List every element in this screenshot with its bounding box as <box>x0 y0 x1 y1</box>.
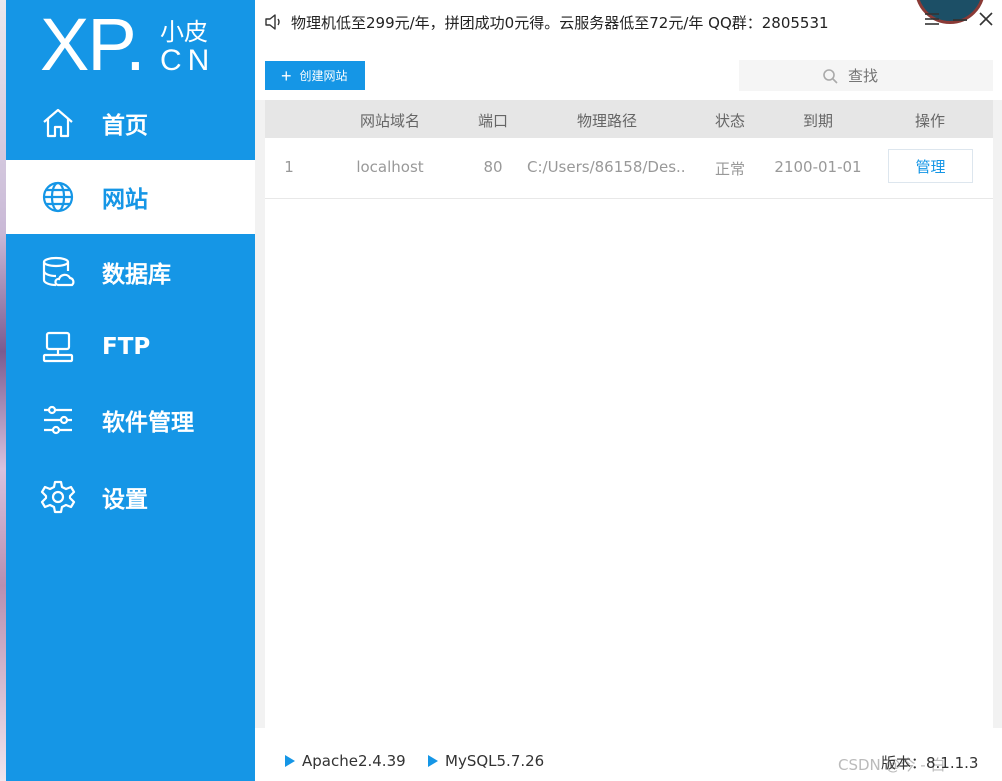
sidebar-item-ftp[interactable]: FTP <box>6 310 255 384</box>
column-header: 端口 <box>477 112 508 130</box>
sidebar-item-database[interactable]: 数据库 <box>6 235 255 309</box>
search-icon <box>822 68 838 84</box>
app-logo: XP. 小皮 CN <box>40 3 240 86</box>
logo-xp-text: XP. <box>40 3 146 86</box>
play-icon <box>428 755 438 767</box>
row-index: 1 <box>284 158 294 176</box>
logo-cn-big: CN <box>160 44 216 77</box>
column-header: 到期 <box>802 112 833 130</box>
sidebar-item-label: 软件管理 <box>102 410 194 436</box>
sidebar-item-software[interactable]: 软件管理 <box>6 383 255 457</box>
main-panel: 物理机低至299元/年，拼团成功0元得。云服务器低至72元/年 QQ群：2805… <box>255 0 1002 781</box>
sidebar: XP. 小皮 CN 首页 网站 数据库 FTP 软件管理 设置 <box>6 0 255 781</box>
table-header: 网站域名 端口 物理路径 状态 到期 操作 <box>265 100 993 138</box>
website-table: 网站域名 端口 物理路径 状态 到期 操作 1 localhost 80 C:/… <box>265 100 993 728</box>
plus-icon: + <box>281 65 292 86</box>
column-header: 物理路径 <box>576 112 637 130</box>
sidebar-item-label: FTP <box>102 334 151 360</box>
menu-icon[interactable] <box>921 8 943 30</box>
sidebar-item-label: 数据库 <box>102 262 171 288</box>
sidebar-item-label: 首页 <box>102 113 148 139</box>
table-row[interactable]: 1 localhost 80 C:/Users/86158/Des... 正常 … <box>265 138 993 199</box>
column-header: 操作 <box>914 112 945 130</box>
create-website-button[interactable]: + 创建网站 <box>265 61 365 90</box>
row-status: 正常 <box>714 160 745 178</box>
toolbar: + 创建网站 <box>255 44 1002 100</box>
sidebar-item-label: 网站 <box>102 187 148 213</box>
column-header: 网站域名 <box>359 112 420 130</box>
minimize-icon[interactable] <box>949 8 971 30</box>
status-bar: Apache2.4.39 MySQL5.7.26 CSDN @今 - 白 版本：… <box>255 728 1002 781</box>
promo-notice-text[interactable]: 物理机低至299元/年，拼团成功0元得。云服务器低至72元/年 QQ群：2805… <box>291 12 829 33</box>
home-icon <box>40 105 76 141</box>
sidebar-item-home[interactable]: 首页 <box>6 86 255 160</box>
sidebar-item-settings[interactable]: 设置 <box>6 460 255 534</box>
notice-bar: 物理机低至299元/年，拼团成功0元得。云服务器低至72元/年 QQ群：2805… <box>255 0 1002 44</box>
row-port: 80 <box>483 158 503 176</box>
search-input[interactable] <box>846 65 910 86</box>
sidebar-item-label: 设置 <box>102 487 148 513</box>
gear-icon <box>40 479 76 515</box>
sliders-icon <box>40 402 76 438</box>
ftp-server-icon <box>40 329 76 365</box>
row-domain: localhost <box>356 158 424 176</box>
sidebar-item-websites[interactable]: 网站 <box>6 160 255 234</box>
speaker-icon <box>265 14 283 30</box>
row-path: C:/Users/86158/Des... <box>527 158 687 176</box>
service-label: Apache2.4.39 <box>302 752 406 770</box>
globe-icon <box>40 179 76 215</box>
close-icon[interactable] <box>975 8 997 30</box>
manage-button[interactable]: 管理 <box>888 149 973 183</box>
column-header: 状态 <box>714 112 745 130</box>
logo-cn-small: 小皮 <box>160 18 208 46</box>
service-mysql[interactable]: MySQL5.7.26 <box>428 752 544 770</box>
service-apache[interactable]: Apache2.4.39 <box>285 752 406 770</box>
play-icon <box>285 755 295 767</box>
search-box[interactable] <box>739 60 993 91</box>
service-label: MySQL5.7.26 <box>445 752 545 770</box>
row-expiry: 2100-01-01 <box>774 158 862 176</box>
create-website-label: 创建网站 <box>299 69 348 83</box>
version-text: 版本：8.1.1.3 <box>881 754 979 772</box>
database-icon <box>40 254 76 290</box>
